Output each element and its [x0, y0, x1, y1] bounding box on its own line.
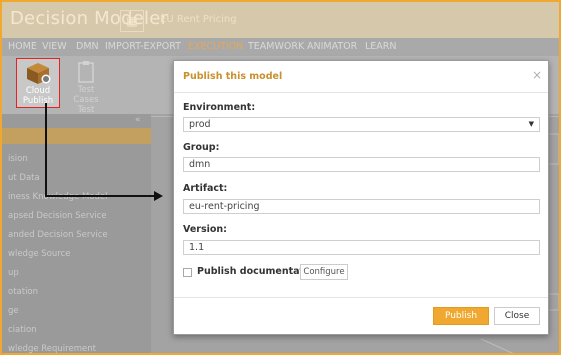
- menu-animator[interactable]: ANIMATOR: [307, 41, 357, 52]
- version-input[interactable]: 1.1: [183, 240, 540, 255]
- artifact-label: Artifact:: [183, 183, 228, 194]
- dialog-header-divider: [174, 92, 548, 93]
- palette-item-collapsed-service[interactable]: apsed Decision Service: [8, 211, 107, 221]
- palette-panel: « ision ut Data iness Knowledge Model ap…: [2, 114, 151, 353]
- palette-collapse-icon[interactable]: «: [135, 115, 141, 125]
- cloud-publish-label-1: Cloud: [25, 86, 51, 96]
- group-label: Group:: [183, 142, 220, 153]
- close-button[interactable]: Close: [494, 307, 540, 325]
- menu-import-export[interactable]: IMPORT-EXPORT: [105, 41, 181, 52]
- test-cases-button[interactable]: Test Cases Test: [64, 58, 108, 115]
- grid-icon: ▦: [126, 14, 138, 28]
- palette-item-knowledge-requirement[interactable]: wledge Requirement: [8, 344, 96, 353]
- palette-search[interactable]: [2, 128, 151, 144]
- app-title: Decision Modeler: [10, 8, 169, 29]
- test-cases-label-1: Test: [77, 85, 95, 95]
- dialog-close-icon[interactable]: ×: [532, 68, 542, 82]
- menu-teamwork[interactable]: TEAMWORK: [248, 41, 304, 52]
- palette-item-bkm[interactable]: iness Knowledge Model: [8, 192, 108, 202]
- test-cases-label-2: Cases: [73, 95, 99, 105]
- document-title: EU Rent Pricing: [160, 14, 237, 25]
- palette-item-image[interactable]: ge: [8, 306, 19, 316]
- palette-item-expanded-service[interactable]: anded Decision Service: [8, 230, 108, 240]
- dialog-footer-divider: [174, 297, 548, 298]
- chevron-down-icon: ▼: [528, 120, 534, 128]
- palette-item-association[interactable]: ciation: [8, 325, 37, 335]
- group-input[interactable]: dmn: [183, 157, 540, 172]
- configure-button[interactable]: Configure: [300, 264, 348, 280]
- apps-grid-button[interactable]: ▦: [120, 10, 144, 32]
- menu-view[interactable]: VIEW: [42, 41, 67, 52]
- cloud-package-icon: [27, 63, 51, 84]
- dialog-title: Publish this model: [183, 71, 283, 82]
- environment-value: prod: [189, 119, 211, 130]
- publish-dialog: Publish this model × Environment: prod ▼…: [173, 60, 549, 335]
- cloud-publish-label-2: Publish: [22, 96, 54, 106]
- palette-item-group[interactable]: up: [8, 268, 19, 278]
- palette-item-decision[interactable]: ision: [8, 154, 28, 164]
- version-label: Version:: [183, 224, 227, 235]
- title-bar: Decision Modeler ▦ EU Rent Pricing: [2, 2, 559, 38]
- environment-label: Environment:: [183, 102, 256, 113]
- palette-item-input-data[interactable]: ut Data: [8, 173, 40, 183]
- palette-item-annotation[interactable]: otation: [8, 287, 38, 297]
- publish-documentation-checkbox[interactable]: [183, 268, 192, 277]
- cloud-publish-button[interactable]: Cloud Publish: [16, 58, 60, 108]
- publish-button[interactable]: Publish: [433, 307, 489, 325]
- app-window: Decision Modeler ▦ EU Rent Pricing HOME …: [0, 0, 561, 355]
- artifact-input[interactable]: eu-rent-pricing: [183, 199, 540, 214]
- menu-bar: HOME VIEW DMN IMPORT-EXPORT EXECUTION TE…: [2, 38, 559, 56]
- menu-home[interactable]: HOME: [8, 41, 37, 52]
- menu-learn[interactable]: LEARN: [365, 41, 397, 52]
- clipboard-icon: [78, 61, 94, 83]
- palette-item-knowledge-source[interactable]: wledge Source: [8, 249, 70, 259]
- menu-execution[interactable]: EXECUTION: [188, 41, 243, 52]
- palette-header: «: [2, 114, 151, 128]
- menu-dmn[interactable]: DMN: [76, 41, 99, 52]
- environment-select[interactable]: prod ▼: [183, 117, 540, 132]
